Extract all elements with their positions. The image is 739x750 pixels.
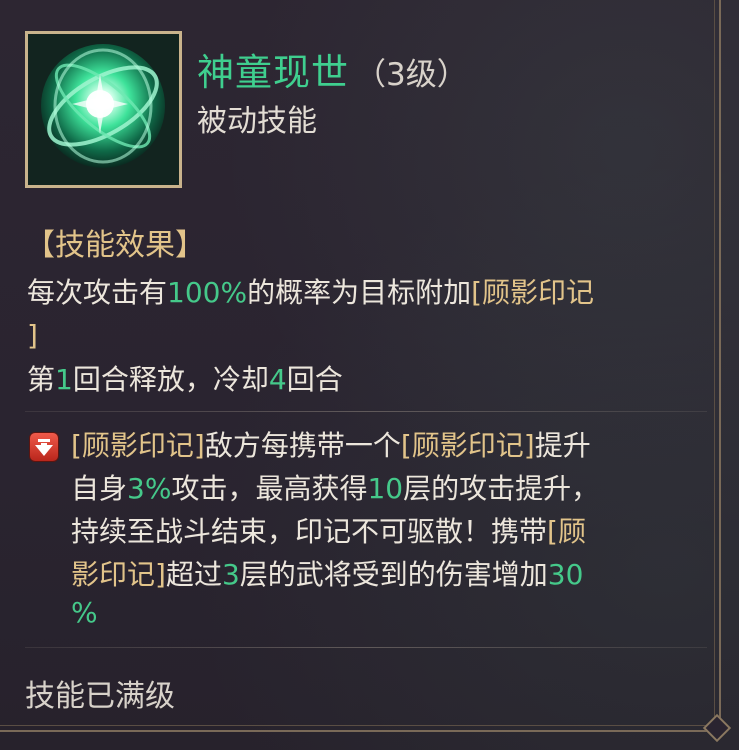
effect-line-2: ]: [27, 319, 38, 352]
frame-border-bottom: [0, 730, 721, 732]
max-level-status: 技能已满级: [25, 679, 175, 714]
debuff-arrow-icon: [30, 433, 58, 461]
skill-icon: [25, 31, 182, 188]
mark-line-5: %: [71, 596, 98, 629]
effect-section-header: 【技能效果】: [25, 228, 205, 263]
green-energy-orb-icon: [28, 34, 179, 185]
skill-tooltip-panel: 神童现世 （3级） 被动技能 【技能效果】 每次攻击有100%的概率为目标附加[…: [0, 0, 739, 750]
mark-line-2: 自身3%攻击，最高获得10层的攻击提升，: [71, 472, 600, 505]
skill-type: 被动技能: [197, 104, 317, 139]
skill-name: 神童现世: [197, 51, 349, 94]
mark-line-3: 持续至战斗结束，印记不可驱散！携带[顾: [71, 515, 586, 548]
effect-line-3: 第1回合释放，冷却4回合: [27, 363, 343, 396]
divider: [25, 411, 707, 412]
divider: [25, 647, 707, 648]
mark-line-4: 影印记]超过3层的武将受到的伤害增加30: [71, 558, 584, 591]
mark-line-1: [顾影印记]敌方每携带一个[顾影印记]提升: [71, 429, 591, 462]
effect-line-1: 每次攻击有100%的概率为目标附加[顾影印记: [27, 276, 595, 309]
skill-title-row: 神童现世 （3级）: [197, 42, 468, 96]
frame-border-right-inner: [714, 0, 715, 728]
frame-border-right: [719, 0, 721, 730]
skill-level: （3级）: [355, 57, 468, 93]
frame-border-bottom-inner: [0, 725, 715, 726]
frame-corner-ornament: [702, 713, 732, 743]
